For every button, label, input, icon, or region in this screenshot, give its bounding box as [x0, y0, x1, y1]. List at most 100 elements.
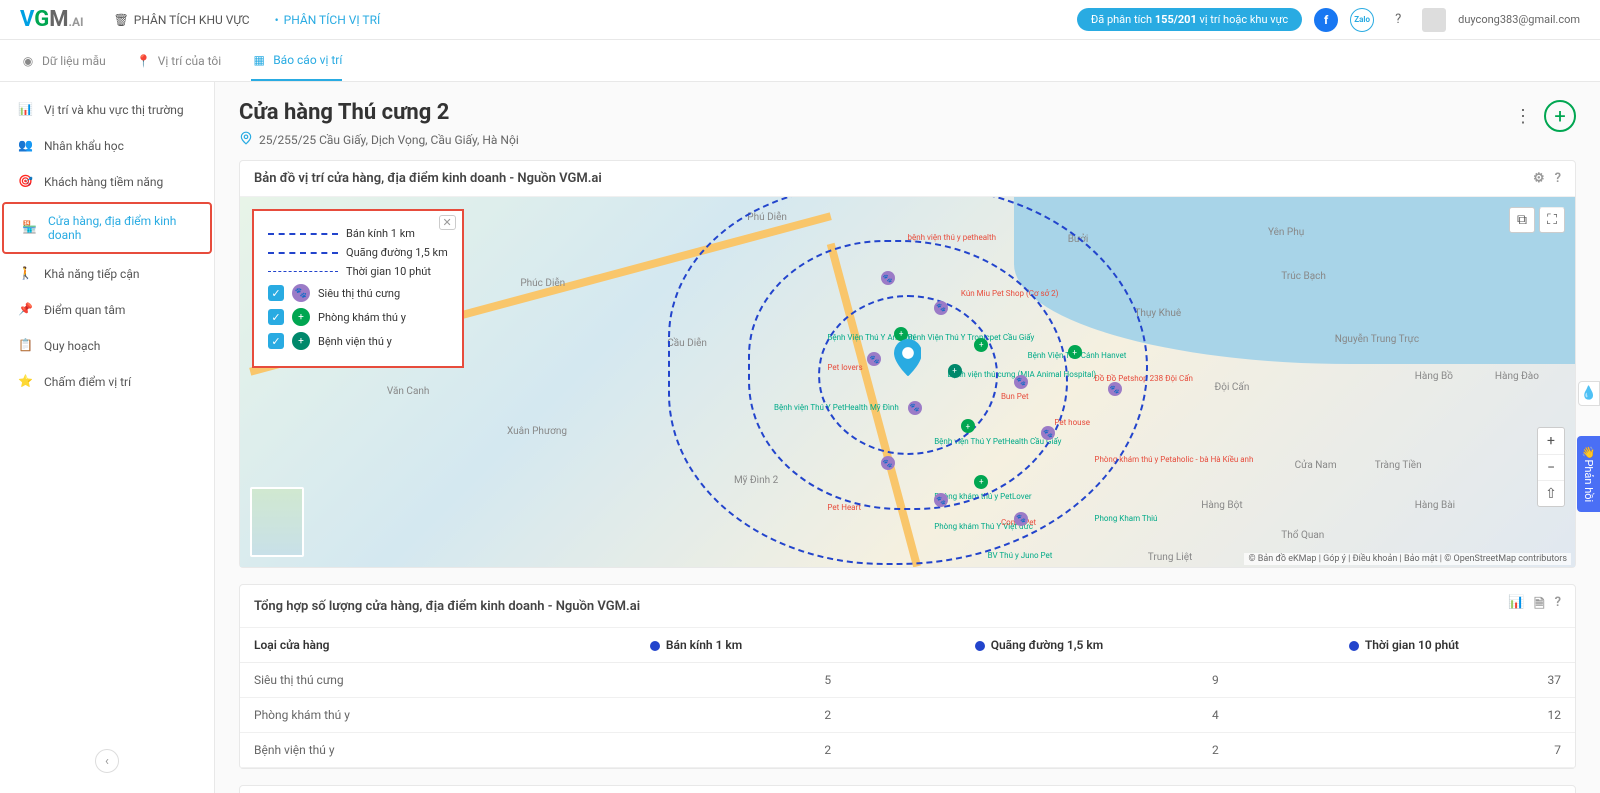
sidebar-item-demographics[interactable]: 👥Nhân khẩu học: [0, 128, 214, 164]
collapse-sidebar-button[interactable]: ‹: [95, 749, 119, 773]
export-icon[interactable]: 🗎: [1534, 595, 1544, 617]
compass-icon[interactable]: ⇧: [1538, 480, 1564, 506]
col-type: Loại cửa hàng: [240, 628, 547, 663]
add-button[interactable]: +: [1544, 100, 1576, 132]
map-legend: ✕ Bán kính 1 km Quãng đường 1,5 km Thời …: [252, 209, 464, 368]
map-zoom-controls: + − ⇧: [1537, 427, 1565, 507]
location-icon: [239, 131, 253, 148]
main-content: Cửa hàng Thú cưng 2 25/255/25 Cầu Giấy, …: [215, 82, 1600, 793]
map-card: Bản đồ vị trí cửa hàng, địa điểm kinh do…: [239, 160, 1576, 568]
analysis-count-badge[interactable]: Đã phân tích 155/201 vị trí hoặc khu vực: [1077, 8, 1302, 31]
tab-my-location[interactable]: 📍 Vị trí của tôi: [136, 40, 221, 81]
hospital-icon: +: [292, 332, 310, 350]
list-card: Danh sách cửa hàng, địa điểm kinh doanh …: [239, 785, 1576, 793]
dot-icon: •: [275, 13, 279, 27]
minimap[interactable]: [250, 487, 304, 557]
help-card-icon[interactable]: ?: [1555, 171, 1561, 186]
user-email[interactable]: duycong383@gmail.com: [1458, 13, 1580, 26]
table-row[interactable]: Bệnh viện thú y227: [240, 733, 1575, 768]
map-poi-marker[interactable]: 🐾: [908, 401, 922, 415]
table-row[interactable]: Siêu thị thú cưng5937: [240, 663, 1575, 698]
sidebar-item-accessibility[interactable]: 🚶Khả năng tiếp cận: [0, 256, 214, 292]
zoom-out-button[interactable]: −: [1538, 454, 1564, 480]
sidebar-item-planning[interactable]: 📋Quy hoạch: [0, 328, 214, 364]
map-poi-marker[interactable]: 🐾: [1108, 382, 1122, 396]
map-poi-marker[interactable]: 🐾: [1014, 512, 1028, 526]
more-button[interactable]: ⋮: [1514, 106, 1532, 127]
topbar-right: Đã phân tích 155/201 vị trí hoặc khu vực…: [1077, 8, 1580, 32]
map-poi-marker[interactable]: 🐾: [881, 456, 895, 470]
sidebar-item-market[interactable]: 📊Vị trí và khu vực thị trường: [0, 92, 214, 128]
side-drop-button[interactable]: 💧: [1578, 381, 1600, 406]
sidebar-item-stores[interactable]: 🏪Cửa hàng, địa điểm kinh doanh: [2, 202, 212, 254]
clinic-icon: +: [292, 308, 310, 326]
map-poi-marker[interactable]: +: [1068, 345, 1082, 359]
map-poi-marker[interactable]: 🐾: [881, 271, 895, 285]
people-icon: 👥: [18, 138, 34, 154]
plan-icon: 📋: [18, 338, 34, 354]
map-poi-marker[interactable]: +: [948, 364, 962, 378]
avatar[interactable]: [1422, 8, 1446, 32]
tabbar: ◉ Dữ liệu mẫu 📍 Vị trí của tôi ▦ Báo cáo…: [0, 40, 1600, 82]
layers-icon[interactable]: ⧉: [1509, 207, 1535, 233]
zoom-in-button[interactable]: +: [1538, 428, 1564, 454]
access-icon: 🚶: [18, 266, 34, 282]
topbar: VGM.AI 🗑 PHÂN TÍCH KHU VỰC • PHÂN TÍCH V…: [0, 0, 1600, 40]
sidebar-item-scoring[interactable]: ⭐Chấm điểm vị trí: [0, 364, 214, 400]
bookmark-icon: 🗑: [114, 13, 129, 27]
map-poi-marker[interactable]: +: [961, 419, 975, 433]
tab-sample-data[interactable]: ◉ Dữ liệu mẫu: [20, 40, 106, 81]
checkbox-icon[interactable]: ✓: [268, 309, 284, 325]
checkbox-icon[interactable]: ✓: [268, 333, 284, 349]
col-radius: Bán kính 1 km: [547, 628, 845, 663]
map-top-controls: ⧉ ⛶: [1509, 207, 1565, 233]
map-card-title: Bản đồ vị trí cửa hàng, địa điểm kinh do…: [254, 171, 602, 186]
summary-card: Tổng hợp số lượng cửa hàng, địa điểm kin…: [239, 584, 1576, 769]
address-text: 25/255/25 Cầu Giấy, Dịch Vọng, Cầu Giấy,…: [259, 133, 519, 147]
address-row: 25/255/25 Cầu Giấy, Dịch Vọng, Cầu Giấy,…: [239, 131, 519, 148]
chart-icon[interactable]: 📊: [1508, 595, 1524, 617]
store-icon: 🏪: [22, 220, 38, 236]
summary-table: Loại cửa hàng Bán kính 1 km Quãng đường …: [240, 628, 1575, 768]
tab-location-report[interactable]: ▦ Báo cáo vị trí: [251, 40, 342, 81]
dash-icon: [268, 271, 338, 272]
facebook-icon[interactable]: f: [1314, 8, 1338, 32]
grid-icon: ▦: [251, 52, 267, 68]
dash-icon: [268, 252, 338, 254]
paw-icon: 🐾: [292, 284, 310, 302]
map-canvas[interactable]: Phú Diễn Phúc Diễn Cầu Diễn Văn Canh Xuâ…: [240, 197, 1575, 567]
page-header: Cửa hàng Thú cưng 2 25/255/25 Cầu Giấy, …: [239, 100, 1576, 148]
sidebar-item-poi[interactable]: 📌Điểm quan tâm: [0, 292, 214, 328]
legend-close-icon[interactable]: ✕: [439, 215, 456, 230]
help-card-icon[interactable]: ?: [1555, 595, 1561, 617]
sidebar-item-customers[interactable]: 🎯Khách hàng tiềm năng: [0, 164, 214, 200]
table-row[interactable]: Phòng khám thú y2412: [240, 698, 1575, 733]
chart-icon: 📊: [18, 102, 34, 118]
col-time: Thời gian 10 phút: [1233, 628, 1575, 663]
sidebar: 📊Vị trí và khu vực thị trường 👥Nhân khẩu…: [0, 82, 215, 793]
map-poi-marker[interactable]: +: [974, 475, 988, 489]
center-marker[interactable]: [894, 339, 922, 375]
feedback-tab[interactable]: 👋Phản hồi: [1577, 436, 1600, 512]
logo[interactable]: VGM.AI: [20, 7, 84, 32]
map-attribution[interactable]: © Bản đồ eKMap | Góp ý | Điều khoản | Bả…: [1244, 553, 1571, 565]
poi-icon: 📌: [18, 302, 34, 318]
map-poi-marker[interactable]: 🐾: [934, 301, 948, 315]
score-icon: ⭐: [18, 374, 34, 390]
pin-icon: 📍: [136, 53, 152, 69]
nav-location-analysis[interactable]: • PHÂN TÍCH VỊ TRÍ: [275, 13, 381, 27]
settings-icon[interactable]: ⚙: [1533, 171, 1545, 186]
compass-icon: ◉: [20, 53, 36, 69]
checkbox-icon[interactable]: ✓: [268, 285, 284, 301]
target-icon: 🎯: [18, 174, 34, 190]
map-poi-marker[interactable]: 🐾: [1014, 375, 1028, 389]
fullscreen-icon[interactable]: ⛶: [1539, 207, 1565, 233]
map-poi-marker[interactable]: +: [974, 338, 988, 352]
help-icon[interactable]: ?: [1386, 8, 1410, 32]
page-title: Cửa hàng Thú cưng 2: [239, 100, 519, 125]
col-distance: Quãng đường 1,5 km: [845, 628, 1233, 663]
nav-area-analysis[interactable]: 🗑 PHÂN TÍCH KHU VỰC: [114, 13, 250, 27]
zalo-icon[interactable]: Zalo: [1350, 8, 1374, 32]
dash-icon: [268, 233, 338, 235]
summary-title: Tổng hợp số lượng cửa hàng, địa điểm kin…: [254, 599, 640, 614]
